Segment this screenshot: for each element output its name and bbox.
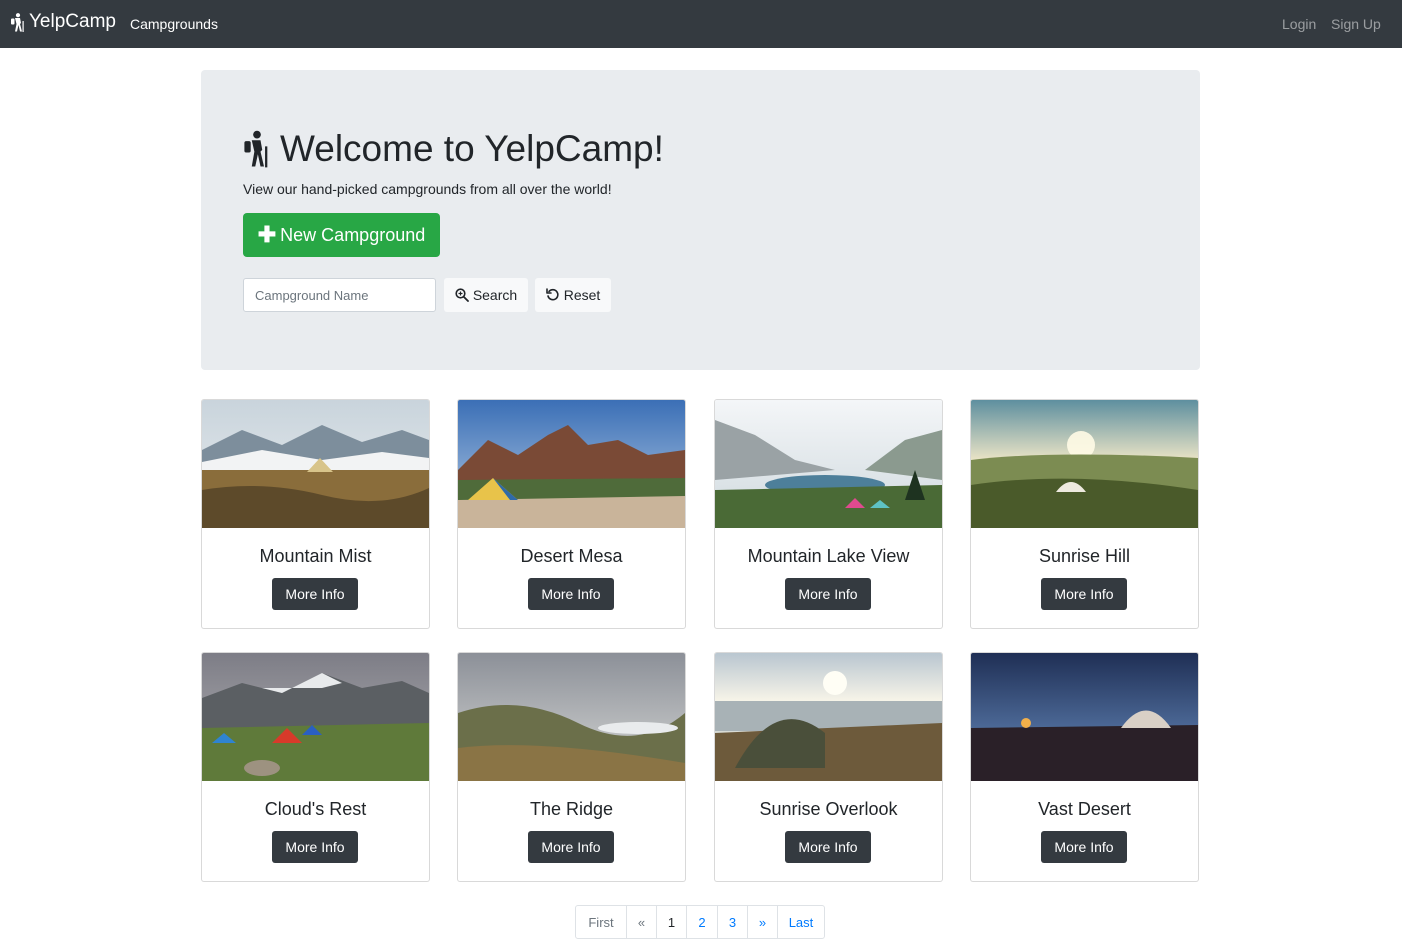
campground-name: Cloud's Rest [264, 799, 367, 819]
page-prev: « [626, 906, 656, 938]
nav-login[interactable]: Login [1282, 16, 1316, 32]
page-2[interactable]: 2 [686, 906, 717, 938]
campground-image [202, 653, 429, 781]
pagination: First « 1 2 3 » Last [575, 905, 825, 939]
reset-button-label: Reset [563, 287, 601, 303]
plus-icon: ✚ [257, 222, 277, 247]
campground-card: Mountain Mist More Info [201, 399, 430, 629]
page-1[interactable]: 1 [656, 906, 686, 938]
nav-signup[interactable]: Sign Up [1331, 16, 1381, 32]
campground-name: Mountain Mist [259, 546, 372, 566]
campground-name: Sunrise Hill [1038, 546, 1131, 566]
page-first: First [588, 914, 614, 930]
campground-name: Vast Desert [1038, 799, 1131, 819]
campground-card: Vast Desert More Info [970, 652, 1199, 882]
campground-image [458, 653, 685, 781]
campground-name: Desert Mesa [520, 546, 623, 566]
new-campground-button[interactable]: ✚ New Campground [243, 213, 440, 257]
campground-card: Cloud's Rest More Info [201, 652, 430, 882]
campground-name: The Ridge [529, 799, 614, 819]
new-campground-label: New Campground [280, 224, 426, 245]
campground-card: Mountain Lake View More Info [714, 399, 943, 629]
more-info-button[interactable]: More Info [785, 578, 871, 610]
search-icon [455, 288, 469, 302]
brand-label: YelpCamp [29, 11, 116, 32]
page-3[interactable]: 3 [717, 906, 747, 938]
more-info-button[interactable]: More Info [1041, 578, 1127, 610]
jumbotron: Welcome to YelpCamp! View our hand-picke… [201, 70, 1200, 370]
campground-image [458, 400, 685, 528]
campground-image [971, 400, 1198, 528]
page-title: Welcome to YelpCamp! [243, 128, 664, 170]
campground-card: Sunrise Overlook More Info [714, 652, 943, 882]
page-title-text: Welcome to YelpCamp! [280, 128, 664, 169]
campground-image [715, 653, 942, 781]
nav-campgrounds[interactable]: Campgrounds [130, 16, 218, 32]
search-button-label: Search [472, 287, 518, 303]
more-info-button[interactable]: More Info [528, 578, 614, 610]
campground-image [971, 653, 1198, 781]
more-info-button[interactable]: More Info [785, 831, 871, 863]
more-info-button[interactable]: More Info [1041, 831, 1127, 863]
hiker-icon [11, 12, 24, 32]
more-info-button[interactable]: More Info [272, 578, 358, 610]
search-button[interactable]: Search [444, 278, 528, 312]
campground-image [715, 400, 942, 528]
reset-button[interactable]: Reset [535, 278, 611, 312]
campground-card: Sunrise Hill More Info [970, 399, 1199, 629]
campground-name: Sunrise Overlook [759, 799, 898, 819]
hiker-icon [244, 130, 268, 168]
more-info-button[interactable]: More Info [528, 831, 614, 863]
campground-card: Desert Mesa More Info [457, 399, 686, 629]
navbar: YelpCamp Campgrounds Login Sign Up [0, 0, 1402, 48]
campground-image [202, 400, 429, 528]
more-info-button[interactable]: More Info [272, 831, 358, 863]
reset-icon [545, 288, 559, 301]
page-next[interactable]: » [747, 906, 777, 938]
page-last[interactable]: Last [777, 906, 824, 938]
campground-name: Mountain Lake View [747, 546, 910, 566]
search-input[interactable] [243, 278, 436, 312]
brand-link[interactable]: YelpCamp [10, 11, 116, 33]
page-subtitle: View our hand-picked campgrounds from al… [243, 181, 612, 197]
campground-card: The Ridge More Info [457, 652, 686, 882]
